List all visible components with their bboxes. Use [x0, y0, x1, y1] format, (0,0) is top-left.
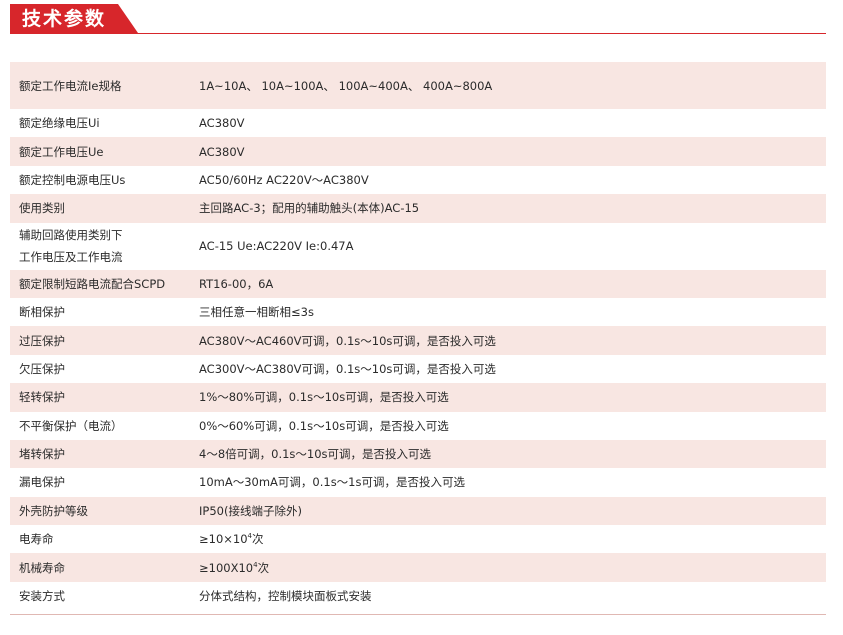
- table-row: 电寿命 ≥10×104次: [10, 525, 826, 553]
- row-value: AC380V: [199, 116, 245, 131]
- row-value: 10mA～30mA可调，0.1s～1s可调，是否投入可选: [199, 475, 465, 490]
- table-row: 使用类别 主回路AC-3；配用的辅助触头(本体)AC-15: [10, 194, 826, 223]
- value-suffix: 次: [257, 560, 270, 575]
- row-label: 辅助回路使用类别下 工作电压及工作电流: [10, 224, 190, 268]
- row-value: AC300V～AC380V可调，0.1s～10s可调，是否投入可选: [199, 361, 496, 376]
- row-label: 外壳防护等级: [19, 503, 88, 518]
- row-value: ≥100X104次: [190, 560, 826, 576]
- table-row: 漏电保护 10mA～30mA可调，0.1s～1s可调，是否投入可选: [10, 468, 826, 496]
- row-value: AC380V: [199, 144, 245, 159]
- table-bottom-divider: [10, 614, 826, 615]
- table-row: 欠压保护 AC300V～AC380V可调，0.1s～10s可调，是否投入可选: [10, 355, 826, 383]
- table-row: 不平衡保护（电流） 0%～60%可调，0.1s～10s可调，是否投入可选: [10, 412, 826, 440]
- spec-table: 额定工作电流Ie规格 1A~10A、 10A~100A、 100A~400A、 …: [10, 62, 826, 610]
- row-label: 断相保护: [19, 305, 65, 320]
- row-label: 额定限制短路电流配合SCPD: [19, 276, 166, 291]
- row-value: AC380V～AC460V可调，0.1s～10s可调，是否投入可选: [199, 333, 496, 348]
- row-label: 额定工作电压Ue: [19, 144, 104, 159]
- value-prefix: ≥10×10: [199, 532, 248, 547]
- row-value: 1A~10A、 10A~100A、 100A~400A、 400A~800A: [199, 78, 493, 93]
- table-row: 额定控制电源电压Us AC50/60Hz AC220V～AC380V: [10, 166, 826, 194]
- row-value: IP50(接线端子除外): [199, 503, 302, 518]
- row-value: 主回路AC-3；配用的辅助触头(本体)AC-15: [199, 201, 420, 216]
- row-label: 不平衡保护（电流）: [19, 418, 123, 433]
- row-label: 过压保护: [19, 333, 65, 348]
- table-row: 机械寿命 ≥100X104次: [10, 553, 826, 582]
- row-label: 轻转保护: [19, 390, 65, 405]
- row-value: 4～8倍可调，0.1s～10s可调，是否投入可选: [199, 447, 432, 462]
- row-value: 三相任意一相断相≤3s: [199, 305, 314, 320]
- table-row: 额定限制短路电流配合SCPD RT16-00，6A: [10, 269, 826, 298]
- table-row: 轻转保护 1%～80%可调，0.1s～10s可调，是否投入可选: [10, 383, 826, 412]
- row-value: AC50/60Hz AC220V～AC380V: [199, 172, 369, 187]
- table-row: 堵转保护 4～8倍可调，0.1s～10s可调，是否投入可选: [10, 439, 826, 469]
- table-row: 辅助回路使用类别下 工作电压及工作电流 AC-15 Ue:AC220V Ie:0…: [10, 223, 826, 270]
- value-prefix: ≥100X10: [199, 560, 254, 575]
- row-label-line2: 工作电压及工作电流: [19, 250, 123, 265]
- row-label: 安装方式: [19, 589, 65, 604]
- table-row: 额定工作电压Ue AC380V: [10, 137, 826, 166]
- row-value: ≥10×104次: [190, 531, 826, 547]
- row-label: 堵转保护: [19, 447, 65, 462]
- section-header: 技术参数: [10, 4, 826, 34]
- row-value: 1%～80%可调，0.1s～10s可调，是否投入可选: [199, 390, 449, 405]
- row-label: 额定工作电流Ie规格: [19, 78, 122, 93]
- table-row: 过压保护 AC380V～AC460V可调，0.1s～10s可调，是否投入可选: [10, 326, 826, 355]
- row-label-line1: 辅助回路使用类别下: [19, 228, 123, 243]
- row-label: 欠压保护: [19, 361, 65, 376]
- header-divider: [10, 33, 826, 34]
- table-row: 额定绝缘电压Ui AC380V: [10, 109, 826, 137]
- row-label: 电寿命: [19, 532, 54, 547]
- table-row: 安装方式 分体式结构，控制模块面板式安装: [10, 582, 826, 610]
- row-value: 分体式结构，控制模块面板式安装: [199, 589, 372, 604]
- value-suffix: 次: [252, 532, 264, 547]
- section-title: 技术参数: [22, 8, 107, 30]
- row-value: RT16-00，6A: [199, 276, 274, 291]
- row-label: 额定控制电源电压Us: [19, 172, 126, 187]
- row-value: AC-15 Ue:AC220V Ie:0.47A: [199, 239, 354, 254]
- table-row: 断相保护 三相任意一相断相≤3s: [10, 298, 826, 326]
- row-label: 使用类别: [19, 201, 65, 216]
- table-row: 外壳防护等级 IP50(接线端子除外): [10, 496, 826, 526]
- row-label: 漏电保护: [19, 475, 65, 490]
- table-row: 额定工作电流Ie规格 1A~10A、 10A~100A、 100A~400A、 …: [10, 62, 826, 109]
- row-value: 0%～60%可调，0.1s～10s可调，是否投入可选: [199, 418, 449, 433]
- row-label: 额定绝缘电压Ui: [19, 116, 100, 131]
- row-label: 机械寿命: [19, 560, 65, 575]
